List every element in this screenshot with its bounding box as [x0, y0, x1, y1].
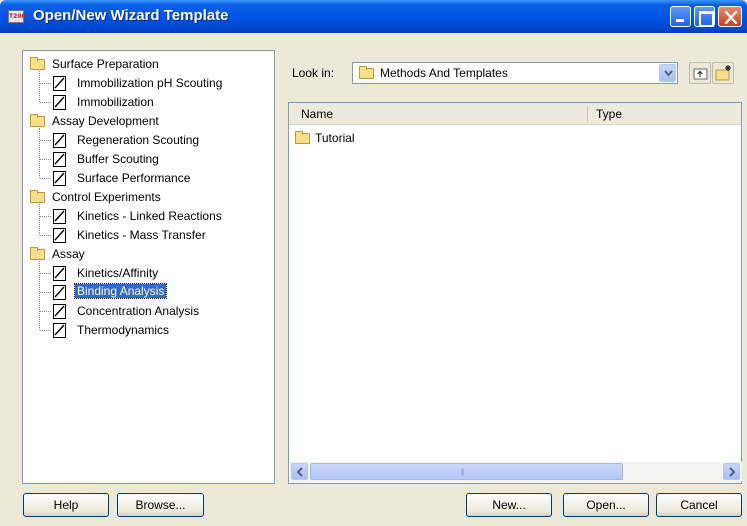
cancel-button[interactable]: Cancel	[656, 493, 742, 517]
tree-item-label: Concentration Analysis	[77, 304, 200, 318]
window-title: Open/New Wizard Template	[33, 7, 229, 24]
dropdown-arrow-button[interactable]	[659, 64, 676, 82]
tree-item-label: Immobilization	[77, 95, 154, 109]
chevron-right-icon	[729, 467, 736, 477]
tree-group-label: Control Experiments	[52, 190, 161, 204]
scroll-right-button[interactable]	[723, 463, 740, 480]
method-document-icon	[53, 266, 66, 281]
method-document-icon	[53, 228, 66, 243]
new-folder-icon	[715, 65, 731, 81]
create-new-folder-button[interactable]	[712, 62, 734, 84]
column-header-name[interactable]: Name	[301, 107, 333, 121]
tree-item-label: Kinetics - Linked Reactions	[77, 209, 222, 223]
tree-group-label: Assay Development	[52, 114, 159, 128]
maximize-button[interactable]	[694, 6, 715, 27]
file-list[interactable]: Name Type Tutorial |||	[288, 102, 742, 484]
folder-icon	[359, 66, 374, 79]
up-one-level-button[interactable]	[689, 62, 711, 84]
close-icon	[724, 11, 738, 24]
chevron-left-icon	[296, 467, 303, 477]
method-document-icon	[53, 171, 66, 186]
scroll-left-button[interactable]	[291, 463, 308, 480]
look-in-value: Methods And Templates	[380, 66, 508, 80]
scrollbar-thumb[interactable]: |||	[310, 463, 623, 480]
tree-item-label: Thermodynamics	[77, 323, 170, 337]
app-icon: T200	[8, 10, 26, 23]
folder-icon	[295, 131, 310, 144]
file-list-header: Name Type	[289, 103, 741, 125]
title-bar[interactable]: T200 Open/New Wizard Template	[0, 0, 747, 33]
folder-icon	[30, 247, 45, 260]
browse-button[interactable]: Browse...	[117, 493, 204, 517]
help-button[interactable]: Help	[23, 493, 109, 517]
tree-group-label: Surface Preparation	[52, 57, 159, 71]
close-button[interactable]	[718, 6, 742, 27]
folder-icon	[30, 114, 45, 127]
open-button[interactable]: Open...	[563, 493, 649, 517]
tree-item-label: Immobilization pH Scouting	[77, 76, 223, 90]
tree-item-label: Kinetics - Mass Transfer	[77, 228, 206, 242]
minimize-button[interactable]	[670, 6, 691, 27]
tree-item-label: Regeneration Scouting	[77, 133, 200, 147]
folder-icon	[30, 57, 45, 70]
horizontal-scrollbar[interactable]: |||	[290, 462, 742, 482]
method-document-icon	[53, 152, 66, 167]
look-in-label: Look in:	[292, 66, 335, 80]
template-tree[interactable]: Surface Preparation Immobilization pH Sc…	[22, 50, 275, 484]
tree-item-label: Kinetics/Affinity	[77, 266, 159, 280]
folder-icon	[30, 190, 45, 203]
method-document-icon	[53, 133, 66, 148]
chevron-down-icon	[664, 70, 673, 77]
tree-item-label-selected: Binding Analysis	[73, 283, 168, 299]
method-document-icon	[53, 304, 66, 319]
new-button[interactable]: New...	[466, 493, 552, 517]
column-header-type[interactable]: Type	[596, 107, 622, 121]
method-document-icon	[53, 209, 66, 224]
look-in-dropdown[interactable]: Methods And Templates	[352, 62, 678, 84]
tree-item-label: Buffer Scouting	[77, 152, 159, 166]
file-name: Tutorial	[315, 131, 355, 145]
method-document-icon	[53, 95, 66, 110]
method-document-icon	[53, 323, 66, 338]
tree-item-label: Surface Performance	[77, 171, 191, 185]
up-folder-icon	[693, 68, 708, 80]
method-document-icon	[53, 285, 66, 300]
tree-group-label: Assay	[52, 247, 85, 261]
method-document-icon	[53, 76, 66, 91]
